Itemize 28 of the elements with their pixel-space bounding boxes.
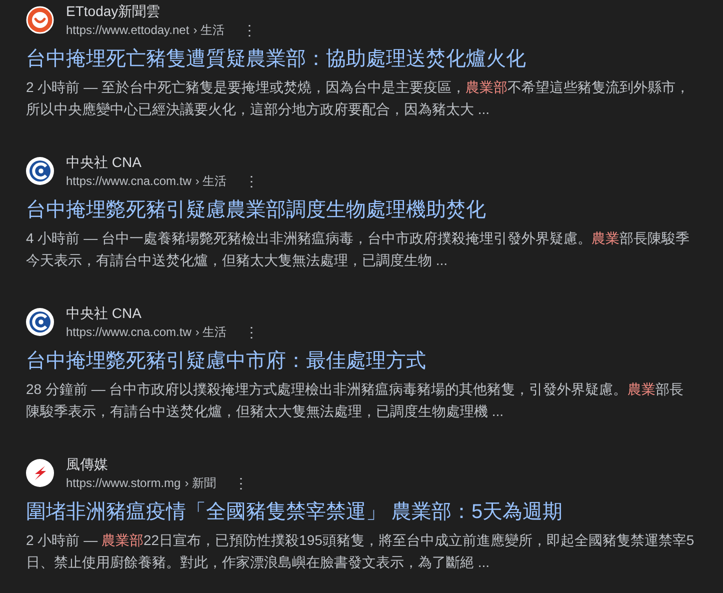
result-snippet: 28 分鐘前 — 台中市政府以撲殺掩埋方式處理檢出非洲豬瘟病毒豬場的其他豬隻，引發外界疑慮。農業部長陳駿季表示，有請台中送焚化爐，但豬太大隻無法處理，已調度生物處理機 ... [26, 380, 684, 421]
site-url: https://www.ettoday.net [66, 22, 190, 39]
site-url: https://www.cna.com.tw [66, 324, 192, 341]
more-options-button[interactable]: ⋮ [230, 475, 252, 491]
site-name: 中央社 CNA [66, 304, 142, 323]
site-url: https://www.cna.com.tw [66, 173, 192, 190]
more-options-button[interactable]: ⋮ [240, 324, 263, 340]
result-title-link[interactable]: 台中掩埋死亡豬隻遭質疑農業部：協助處理送焚化爐火化 [26, 45, 696, 73]
site-name: ETtoday新聞雲 [66, 2, 162, 21]
result-title-link[interactable]: 台中掩埋斃死豬引疑慮農業部調度生物處理機助焚化 [26, 196, 696, 224]
breadcrumb: › 生活 [195, 324, 227, 341]
breadcrumb: › 生活 [193, 22, 225, 39]
breadcrumb: › 新聞 [184, 475, 216, 492]
ring-logo-icon [26, 157, 54, 185]
result-snippet: 4 小時前 — 台中一處養豬場斃死豬檢出非洲豬瘟病毒，台中市政府撲殺掩埋引發外界疑慮。農業部長陳駿季今天表示，有請台中送焚化爐，但豬太大隻無法處理，已調度生物 ... [26, 229, 690, 270]
site-name: 中央社 CNA [66, 153, 142, 172]
smile-logo-icon [26, 6, 54, 34]
result-snippet: 2 小時前 — 農業部22日宣布，已預防性撲殺195頭豬隻，將至台中成立前進應變所，即起全國豬隻禁運禁宰5日、禁止使用廚餘養豬。對此，作家漂浪島嶼在臉書發文表示，為了斷絕 ... [26, 531, 696, 572]
result-title-link[interactable]: 台中掩埋斃死豬引疑慮中市府：最佳處理方式 [26, 347, 696, 375]
result-snippet: 2 小時前 — 至於台中死亡豬隻是要掩埋或焚燒，因為台中是主要疫區，農業部不希望這些豬隻流到外縣市，所以中央應變中心已經決議要火化，這部分地方政府要配合，因為豬太大 ... [26, 78, 690, 119]
site-name: 風傳媒 [66, 455, 109, 474]
ring-logo-icon [26, 308, 54, 336]
more-options-button[interactable]: ⋮ [240, 173, 263, 189]
more-options-button[interactable]: ⋮ [238, 22, 261, 38]
breadcrumb: › 生活 [195, 173, 227, 190]
site-url: https://www.storm.mg [66, 475, 181, 492]
result-title-link[interactable]: 圍堵非洲豬瘟疫情「全國豬隻禁宰禁運」 農業部：5天為週期 [26, 498, 696, 526]
bolt-logo-icon [26, 459, 54, 487]
